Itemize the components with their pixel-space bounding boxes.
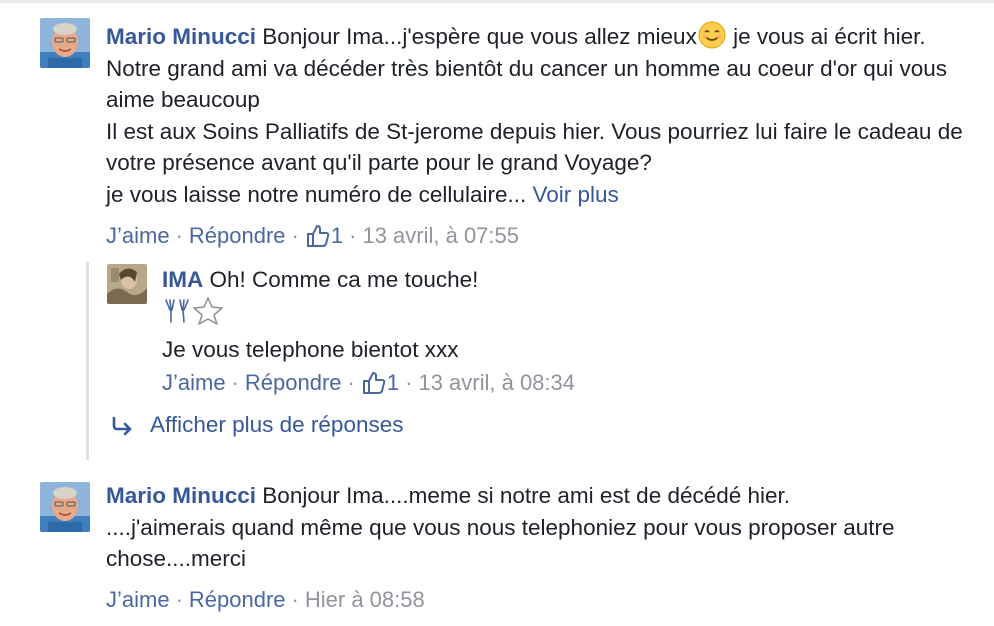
smiling-face-emoji-icon <box>697 20 727 50</box>
thumbs-up-icon <box>361 370 387 396</box>
reply-text: Je vous telephone bientot xxx <box>162 337 459 362</box>
comment-text: Bonjour Ima...j'espère que vous allez mi… <box>262 24 697 49</box>
star-outline-icon <box>192 296 224 335</box>
comment-body: Mario Minucci Bonjour Ima....meme si not… <box>106 480 906 575</box>
comment-text: je vous ai écrit <box>726 24 877 49</box>
timestamp[interactable]: Hier à 08:58 <box>305 587 425 612</box>
timestamp[interactable]: 13 avril, à 07:55 <box>362 223 519 248</box>
comment-text: ....j'aimerais quand même que vous nous … <box>106 514 895 572</box>
comment-actions: J’aime · Répondre · Hier à 08:58 <box>106 587 425 612</box>
mario-avatar[interactable] <box>40 18 90 68</box>
reply-actions: J’aime · Répondre · 1 · 13 avril, à 08:34 <box>162 368 575 398</box>
mario-avatar[interactable] <box>40 482 90 532</box>
like-link[interactable]: J’aime <box>106 587 170 612</box>
show-more-replies-label: Afficher plus de réponses <box>150 412 404 437</box>
comment-text: je vous laisse notre numéro de cellulair… <box>106 181 527 207</box>
comment-actions: J’aime · Répondre · 1 · 13 avril, à 07:55 <box>106 221 519 251</box>
reply-author[interactable]: IMA <box>162 267 203 292</box>
reply-thread-border <box>86 262 89 460</box>
show-more-replies-link[interactable]: Afficher plus de réponses <box>110 412 404 438</box>
reply-link[interactable]: Répondre <box>189 223 286 248</box>
reply-arrow-icon <box>110 415 136 437</box>
top-divider <box>0 0 994 3</box>
reply-link[interactable]: Répondre <box>245 370 342 395</box>
reply-body: IMA Oh! Comme ca me touche! Je vous tele… <box>162 264 962 366</box>
like-link[interactable]: J’aime <box>162 370 226 395</box>
reply-text: Oh! Comme ca me touche! <box>209 267 479 292</box>
like-count[interactable]: 1 <box>361 368 399 398</box>
comment-author[interactable]: Mario Minucci <box>106 24 256 49</box>
reply-link[interactable]: Répondre <box>189 587 286 612</box>
comment-author[interactable]: Mario Minucci <box>106 483 256 508</box>
comment-text: Il est aux Soins Palliatifs de St-jerome… <box>106 118 963 176</box>
like-count[interactable]: 1 <box>305 221 343 251</box>
ima-avatar[interactable] <box>107 264 147 304</box>
timestamp[interactable]: 13 avril, à 08:34 <box>418 370 575 395</box>
thumbs-up-icon <box>305 223 331 249</box>
comment-body: Mario Minucci Bonjour Ima...j'espère que… <box>106 20 966 210</box>
see-more-link[interactable]: Voir plus <box>532 182 618 207</box>
comment-text: Bonjour Ima....meme si notre ami est de … <box>262 483 791 508</box>
like-link[interactable]: J’aime <box>106 223 170 248</box>
hands-doodle-icon <box>162 296 192 335</box>
